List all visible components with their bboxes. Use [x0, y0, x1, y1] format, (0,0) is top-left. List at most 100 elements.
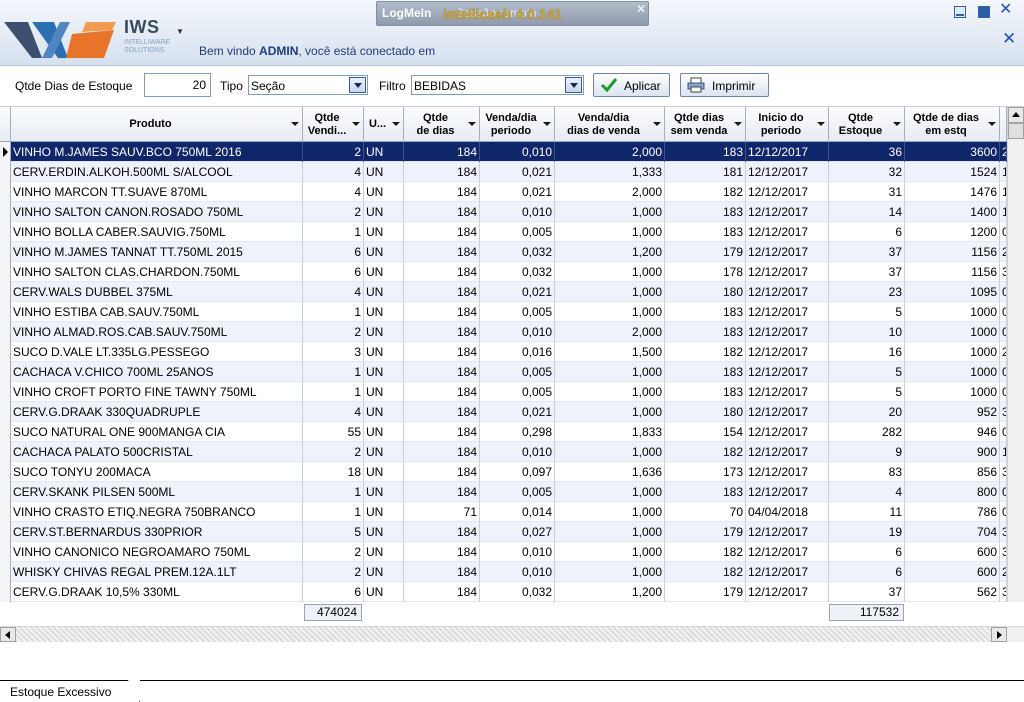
table-cell[interactable]: 12/12/2017	[746, 182, 829, 202]
column-header-9[interactable]: Qtde de dias em estq	[905, 107, 1000, 142]
table-cell[interactable]: 12/12/2017	[746, 322, 829, 342]
table-cell[interactable]: CERV.G.DRAAK 330QUADRUPLE	[11, 402, 303, 422]
table-cell[interactable]: 183	[665, 322, 746, 342]
table-cell[interactable]: UN	[364, 282, 404, 302]
horizontal-scrollbar[interactable]	[0, 626, 1024, 642]
table-cell[interactable]: 184	[404, 462, 480, 482]
table-cell[interactable]: 0,032	[480, 582, 555, 602]
table-cell[interactable]: 12/12/2017	[746, 562, 829, 582]
table-cell[interactable]: 1,833	[555, 422, 665, 442]
table-cell[interactable]: 0,010	[480, 202, 555, 222]
table-cell[interactable]: UN	[364, 402, 404, 422]
row-indicator[interactable]	[0, 342, 11, 362]
row-indicator[interactable]	[0, 222, 11, 242]
table-cell[interactable]: 19	[829, 522, 905, 542]
table-cell[interactable]: 1,000	[555, 262, 665, 282]
table-cell[interactable]: 1000	[905, 322, 1000, 342]
row-indicator[interactable]	[0, 182, 11, 202]
filter-dropdown-icon[interactable]	[352, 122, 360, 126]
table-cell[interactable]: 856	[905, 462, 1000, 482]
table-cell[interactable]: 184	[404, 522, 480, 542]
table-cell[interactable]: 55	[303, 422, 364, 442]
table-cell[interactable]: 9	[829, 442, 905, 462]
close-form-icon[interactable]: ✕	[1002, 30, 1016, 47]
filter-dropdown-icon[interactable]	[291, 122, 299, 126]
table-cell[interactable]: 2	[1000, 242, 1007, 262]
table-cell[interactable]: SUCO D.VALE LT.335LG.PESSEGO	[11, 342, 303, 362]
table-cell[interactable]: 600	[905, 542, 1000, 562]
table-cell[interactable]: 12/12/2017	[746, 222, 829, 242]
table-cell[interactable]: 184	[404, 202, 480, 222]
table-cell[interactable]: 12/12/2017	[746, 582, 829, 602]
table-cell[interactable]: UN	[364, 222, 404, 242]
table-cell[interactable]: 2,000	[555, 322, 665, 342]
table-cell[interactable]: 1000	[905, 342, 1000, 362]
table-cell[interactable]: 0,021	[480, 402, 555, 422]
table-cell[interactable]: 1,000	[555, 482, 665, 502]
table-cell[interactable]: 12/12/2017	[746, 162, 829, 182]
table-cell[interactable]: 183	[665, 482, 746, 502]
table-cell[interactable]: 184	[404, 322, 480, 342]
row-indicator[interactable]	[0, 242, 11, 262]
table-cell[interactable]: 0,021	[480, 182, 555, 202]
table-cell[interactable]: 182	[665, 342, 746, 362]
table-cell[interactable]: 3	[1000, 462, 1007, 482]
table-cell[interactable]: 32	[829, 162, 905, 182]
table-row[interactable]: VINHO SALTON CLAS.CHARDON.750ML 6 UN 184 0,0…	[0, 262, 1007, 282]
horizontal-scroll-thumb[interactable]	[16, 627, 991, 642]
table-cell[interactable]: 184	[404, 542, 480, 562]
table-cell[interactable]: 6	[303, 262, 364, 282]
table-cell[interactable]: 1	[303, 222, 364, 242]
table-cell[interactable]: 2	[303, 542, 364, 562]
table-cell[interactable]: 1400	[905, 202, 1000, 222]
table-cell[interactable]: 1	[303, 362, 364, 382]
table-cell[interactable]: 184	[404, 442, 480, 462]
table-cell[interactable]: 178	[665, 262, 746, 282]
table-cell[interactable]: 1,333	[555, 162, 665, 182]
table-cell[interactable]: UN	[364, 422, 404, 442]
table-cell[interactable]: 0	[1000, 482, 1007, 502]
table-cell[interactable]: 2	[303, 442, 364, 462]
column-header-8[interactable]: Qtde Estoque	[829, 107, 905, 142]
table-cell[interactable]: 184	[404, 422, 480, 442]
table-cell[interactable]: 37	[829, 242, 905, 262]
table-cell[interactable]: 181	[665, 162, 746, 182]
table-cell[interactable]: 184	[404, 182, 480, 202]
table-row[interactable]: WHISKY CHIVAS REGAL PREM.12A.1LT 2 UN 184 0,…	[0, 562, 1007, 582]
table-cell[interactable]: 6	[829, 222, 905, 242]
row-indicator[interactable]	[0, 142, 11, 162]
table-cell[interactable]: 23	[829, 282, 905, 302]
vertical-scrollbar[interactable]	[1007, 107, 1024, 602]
table-cell[interactable]: 12/12/2017	[746, 282, 829, 302]
row-indicator[interactable]	[0, 422, 11, 442]
table-cell[interactable]: CERV.ERDIN.ALKOH.500ML S/ALCOOL	[11, 162, 303, 182]
table-cell[interactable]: 0,021	[480, 282, 555, 302]
table-cell[interactable]: 1,000	[555, 562, 665, 582]
table-cell[interactable]: VINHO BOLLA CABER.SAUVIG.750ML	[11, 222, 303, 242]
table-cell[interactable]: 704	[905, 522, 1000, 542]
chevron-down-icon[interactable]	[565, 77, 582, 93]
table-cell[interactable]: 71	[404, 502, 480, 522]
table-cell[interactable]: VINHO MARCON TT.SUAVE 870ML	[11, 182, 303, 202]
table-row[interactable]: CERV.SKANK PILSEN 500ML 1 UN 184 0,005 1,000 1…	[0, 482, 1007, 502]
close-window-icon[interactable]: ✕	[999, 2, 1012, 18]
table-cell[interactable]: 0,298	[480, 422, 555, 442]
table-cell[interactable]: 1,500	[555, 342, 665, 362]
table-cell[interactable]: 154	[665, 422, 746, 442]
row-indicator[interactable]	[0, 582, 11, 602]
table-cell[interactable]: 0	[1000, 302, 1007, 322]
table-cell[interactable]: 0,010	[480, 322, 555, 342]
table-cell[interactable]: 1,000	[555, 282, 665, 302]
menu-dropdown-icon[interactable]: ▼	[176, 27, 184, 36]
scroll-up-icon[interactable]	[1008, 107, 1024, 123]
table-cell[interactable]: 2	[303, 322, 364, 342]
tipo-select[interactable]: Seção	[248, 75, 368, 95]
table-cell[interactable]: 184	[404, 482, 480, 502]
table-cell[interactable]: 36	[829, 142, 905, 162]
table-cell[interactable]: 184	[404, 382, 480, 402]
table-cell[interactable]: UN	[364, 482, 404, 502]
table-cell[interactable]: 12/12/2017	[746, 142, 829, 162]
table-cell[interactable]: 0,005	[480, 482, 555, 502]
table-cell[interactable]: 3	[1000, 402, 1007, 422]
table-cell[interactable]: 182	[665, 562, 746, 582]
